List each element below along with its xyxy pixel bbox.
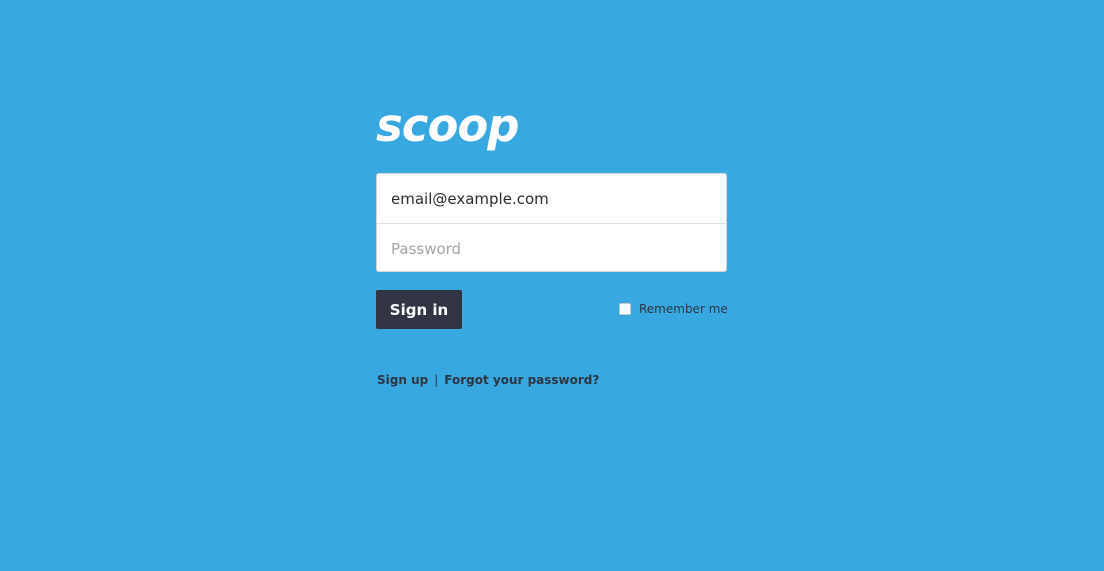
sign-in-button[interactable]: Sign in <box>376 290 462 329</box>
forgot-password-link[interactable]: Forgot your password? <box>444 373 599 387</box>
sign-up-link[interactable]: Sign up <box>377 373 428 387</box>
login-fields <box>376 173 727 272</box>
remember-me-checkbox[interactable] <box>619 303 631 315</box>
email-field[interactable] <box>377 174 726 223</box>
remember-me-option[interactable]: Remember me <box>619 301 728 317</box>
auth-links: Sign up | Forgot your password? <box>377 373 599 387</box>
remember-me-label[interactable]: Remember me <box>639 302 728 316</box>
password-field[interactable] <box>377 224 726 271</box>
scoop-logo: scoop <box>376 99 520 152</box>
link-separator: | <box>434 373 439 387</box>
